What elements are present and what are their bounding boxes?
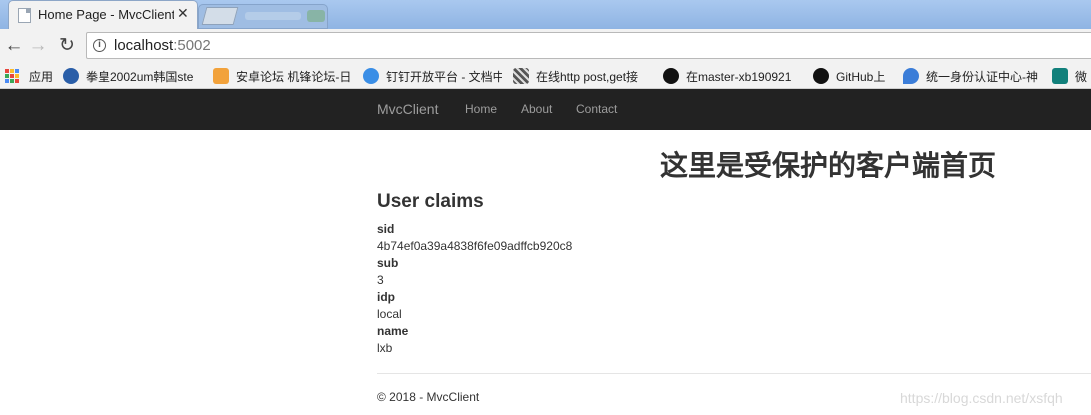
bookmark-item[interactable]: 在master-xb190921 [663,67,802,85]
bookmark-label: 微 [1075,69,1088,84]
footer-text: © 2018 - MvcClient [377,390,480,404]
bookmark-label: 统一身份认证中心-神 [926,69,1038,84]
bookmark-item[interactable]: 拳皇2002um韩国ste [63,67,201,85]
claims-list: sid 4b74ef0a39a4838f6fe09adffcb920c8 sub… [377,222,777,358]
claim-key: name [377,324,409,338]
tab-strip: Home Page - MvcClient ✕ [0,0,1091,29]
new-tab-icon [201,7,239,25]
bookmark-label: 拳皇2002um韩国ste [86,69,194,84]
browser-toolbar: ← → ↻ i localhost:5002 [0,29,1091,63]
watermark: https://blog.csdn.net/xsfqh [900,390,1063,406]
bookmark-item[interactable]: 安卓论坛 机锋论坛-日 [213,67,351,85]
bookmark-label: GitHub上 [836,69,886,84]
nav-home-link[interactable]: Home [465,102,497,116]
bookmark-item[interactable]: GitHub上 [813,67,885,85]
gfan-icon [213,68,229,84]
site-navbar: MvcClient Home About Contact [0,89,1091,130]
nav-contact-link[interactable]: Contact [576,102,617,116]
qrcode-icon [513,68,529,84]
github-icon [813,68,829,84]
claim-value: 4b74ef0a39a4838f6fe09adffcb920c8 [377,239,573,253]
url-port: :5002 [173,37,211,54]
claim-key: sid [377,222,395,236]
browser-tab-inactive[interactable] [198,4,328,29]
bookmark-item[interactable]: 钉钉开放平台 - 文档中 [363,67,502,85]
claim-value: 3 [377,273,384,287]
bookmark-label: 钉钉开放平台 - 文档中 [386,69,502,84]
info-icon[interactable]: i [93,39,106,52]
browser-tab[interactable]: Home Page - MvcClient ✕ [8,0,198,29]
blurred-region [307,10,325,22]
bookmark-item[interactable]: 统一身份认证中心-神 [903,67,1042,85]
claim-key: idp [377,290,395,304]
claim-value: lxb [377,341,393,355]
bookmark-label: 在master-xb190921 [686,69,792,84]
bookmark-label: 安卓论坛 机锋论坛-日 [236,69,351,84]
claim-key: sub [377,256,399,270]
blurred-region [245,12,301,20]
page-icon [18,8,31,23]
bookmark-label: 在线http post,get接 [536,69,639,84]
close-icon[interactable]: ✕ [177,5,189,22]
apps-grid-icon [5,69,19,83]
bookmark-label: 应用 [29,69,54,84]
dingtalk-icon [363,68,379,84]
claim-item: name lxb [377,324,777,358]
claim-value: local [377,307,402,321]
brand-link[interactable]: MvcClient [377,101,438,117]
claim-item: sub 3 [377,256,777,290]
url-text[interactable]: localhost:5002 [114,37,211,54]
page-title: 这里是受保护的客户端首页 [660,149,997,182]
url-host: localhost [114,37,174,54]
pin-icon [903,68,919,84]
bookmark-item[interactable]: 在线http post,get接 [513,67,651,85]
bookmark-item[interactable]: 微 [1052,67,1091,85]
footer-divider [377,373,1091,374]
github-icon [663,68,679,84]
cloud-icon [63,68,79,84]
nav-about-link[interactable]: About [521,102,552,116]
bookmarks-bar: 应用 拳皇2002um韩国ste 安卓论坛 机锋论坛-日 钉钉开放平台 - 文档… [0,63,1091,89]
bookmark-apps[interactable]: 应用 [5,67,53,85]
reload-icon[interactable]: ↻ [55,34,79,58]
forward-arrow-icon[interactable]: → [26,34,50,58]
back-arrow-icon[interactable]: ← [2,34,26,58]
tab-title: Home Page - MvcClient [38,7,174,22]
bing-icon [1052,68,1068,84]
claim-item: idp local [377,290,777,324]
claim-item: sid 4b74ef0a39a4838f6fe09adffcb920c8 [377,222,777,256]
claims-heading: User claims [377,191,484,212]
address-bar[interactable]: i localhost:5002 [86,32,1091,59]
